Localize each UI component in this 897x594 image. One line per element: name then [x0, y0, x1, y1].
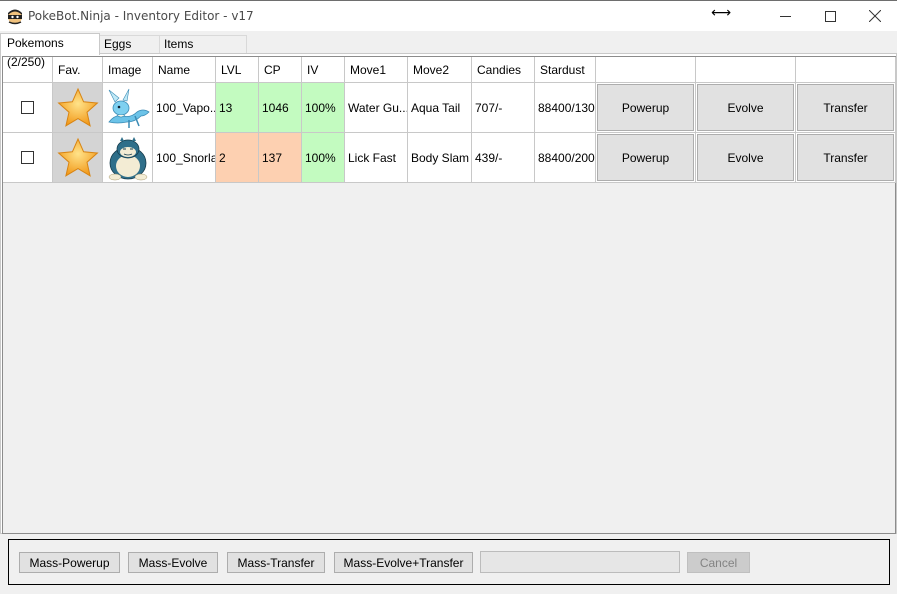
- evolve-button[interactable]: Evolve: [697, 84, 794, 131]
- powerup-button[interactable]: Powerup: [597, 134, 694, 181]
- maximize-icon: [824, 10, 836, 22]
- pokemon-candies: 707/-: [472, 83, 535, 133]
- favorite-toggle[interactable]: [53, 133, 103, 183]
- powerup-cell: Powerup: [596, 133, 696, 183]
- pokemon-move1: Lick Fast: [345, 133, 408, 183]
- mass-powerup-button[interactable]: Mass-Powerup: [19, 552, 120, 573]
- tab-pokemons[interactable]: Pokemons (2/250): [0, 33, 100, 69]
- header-move1[interactable]: Move1: [345, 57, 408, 83]
- pokemon-lvl: 2: [216, 133, 259, 183]
- mass-evolve-button[interactable]: Mass-Evolve: [128, 552, 218, 573]
- tab-items[interactable]: Items (178/350): [159, 35, 247, 68]
- row-select-cell[interactable]: [3, 133, 53, 183]
- pokemon-lvl: 13: [216, 83, 259, 133]
- table-row: 100_Snorlax 2 137 100% Lick Fast Body Sl…: [3, 133, 896, 183]
- header-lvl[interactable]: LVL: [216, 57, 259, 83]
- pokemon-name: 100_Vapo...: [153, 83, 216, 133]
- row-select-checkbox[interactable]: [21, 151, 34, 164]
- pokemon-image: [103, 83, 153, 133]
- table-row: 100_Vapo... 13 1046 100% Water Gu... Aqu…: [3, 83, 896, 133]
- transfer-button[interactable]: Transfer: [797, 134, 894, 181]
- close-icon: [869, 10, 881, 22]
- header-fav[interactable]: Fav.: [53, 57, 103, 83]
- pokemon-move2: Body Slam: [408, 133, 472, 183]
- pokemon-iv: 100%: [302, 83, 345, 133]
- star-icon: [56, 137, 99, 177]
- resize-cursor-icon: ⟷: [711, 4, 732, 20]
- tab-eggs[interactable]: Eggs (9/9): [99, 35, 160, 68]
- evolve-cell: Evolve: [696, 133, 796, 183]
- pokemon-iv: 100%: [302, 133, 345, 183]
- row-select-checkbox[interactable]: [21, 101, 34, 114]
- pokemon-cp: 137: [259, 133, 302, 183]
- mass-evolve-transfer-button[interactable]: Mass-Evolve+Transfer: [334, 552, 473, 573]
- pokemon-grid: Fav. Image Name LVL CP IV Move1 Move2 Ca…: [2, 56, 896, 534]
- header-name[interactable]: Name: [153, 57, 216, 83]
- snorlax-icon: [108, 136, 147, 180]
- evolve-cell: Evolve: [696, 83, 796, 133]
- star-icon: [56, 87, 99, 127]
- grid-header-row: Fav. Image Name LVL CP IV Move1 Move2 Ca…: [3, 57, 896, 83]
- header-evolve: [696, 57, 796, 83]
- header-candies[interactable]: Candies: [472, 57, 535, 83]
- pokemon-candies: 439/-: [472, 133, 535, 183]
- vaporeon-icon: [107, 88, 150, 128]
- pokemon-move1: Water Gu...: [345, 83, 408, 133]
- transfer-cell: Transfer: [796, 133, 896, 183]
- mass-actions-panel: Mass-Powerup Mass-Evolve Mass-Transfer M…: [8, 539, 890, 585]
- pokemons-tab-page: Fav. Image Name LVL CP IV Move1 Move2 Ca…: [0, 53, 897, 534]
- pokemon-name: 100_Snorlax: [153, 133, 216, 183]
- row-select-cell[interactable]: [3, 83, 53, 133]
- header-stardust[interactable]: Stardust: [535, 57, 596, 83]
- mass-transfer-button[interactable]: Mass-Transfer: [227, 552, 325, 573]
- favorite-toggle[interactable]: [53, 83, 103, 133]
- tab-strip: Pokemons (2/250) Eggs (9/9) Items (178/3…: [0, 33, 897, 69]
- minimize-icon: [779, 15, 791, 17]
- header-transfer: [796, 57, 896, 83]
- header-powerup: [596, 57, 696, 83]
- ninja-icon: [8, 9, 22, 25]
- header-cp[interactable]: CP: [259, 57, 302, 83]
- inventory-editor-window: PokeBot.Ninja - Inventory Editor - v17 ⟷…: [0, 0, 897, 594]
- powerup-cell: Powerup: [596, 83, 696, 133]
- header-iv[interactable]: IV: [302, 57, 345, 83]
- cancel-button[interactable]: Cancel: [687, 552, 750, 573]
- pokemon-cp: 1046: [259, 83, 302, 133]
- header-move2[interactable]: Move2: [408, 57, 472, 83]
- title-bar: PokeBot.Ninja - Inventory Editor - v17 ⟷: [0, 0, 897, 31]
- powerup-button[interactable]: Powerup: [597, 84, 694, 131]
- close-button[interactable]: [852, 1, 897, 31]
- minimize-button[interactable]: [762, 1, 808, 31]
- pokemon-stardust: 88400/1300: [535, 83, 596, 133]
- window-title: PokeBot.Ninja - Inventory Editor - v17: [28, 9, 254, 23]
- maximize-button[interactable]: [807, 1, 853, 31]
- pokemon-image: [103, 133, 153, 183]
- transfer-button[interactable]: Transfer: [797, 84, 894, 131]
- header-image[interactable]: Image: [103, 57, 153, 83]
- transfer-cell: Transfer: [796, 83, 896, 133]
- pokemon-stardust: 88400/200: [535, 133, 596, 183]
- pokemon-move2: Aqua Tail: [408, 83, 472, 133]
- progress-bar: [480, 551, 680, 573]
- evolve-button[interactable]: Evolve: [697, 134, 794, 181]
